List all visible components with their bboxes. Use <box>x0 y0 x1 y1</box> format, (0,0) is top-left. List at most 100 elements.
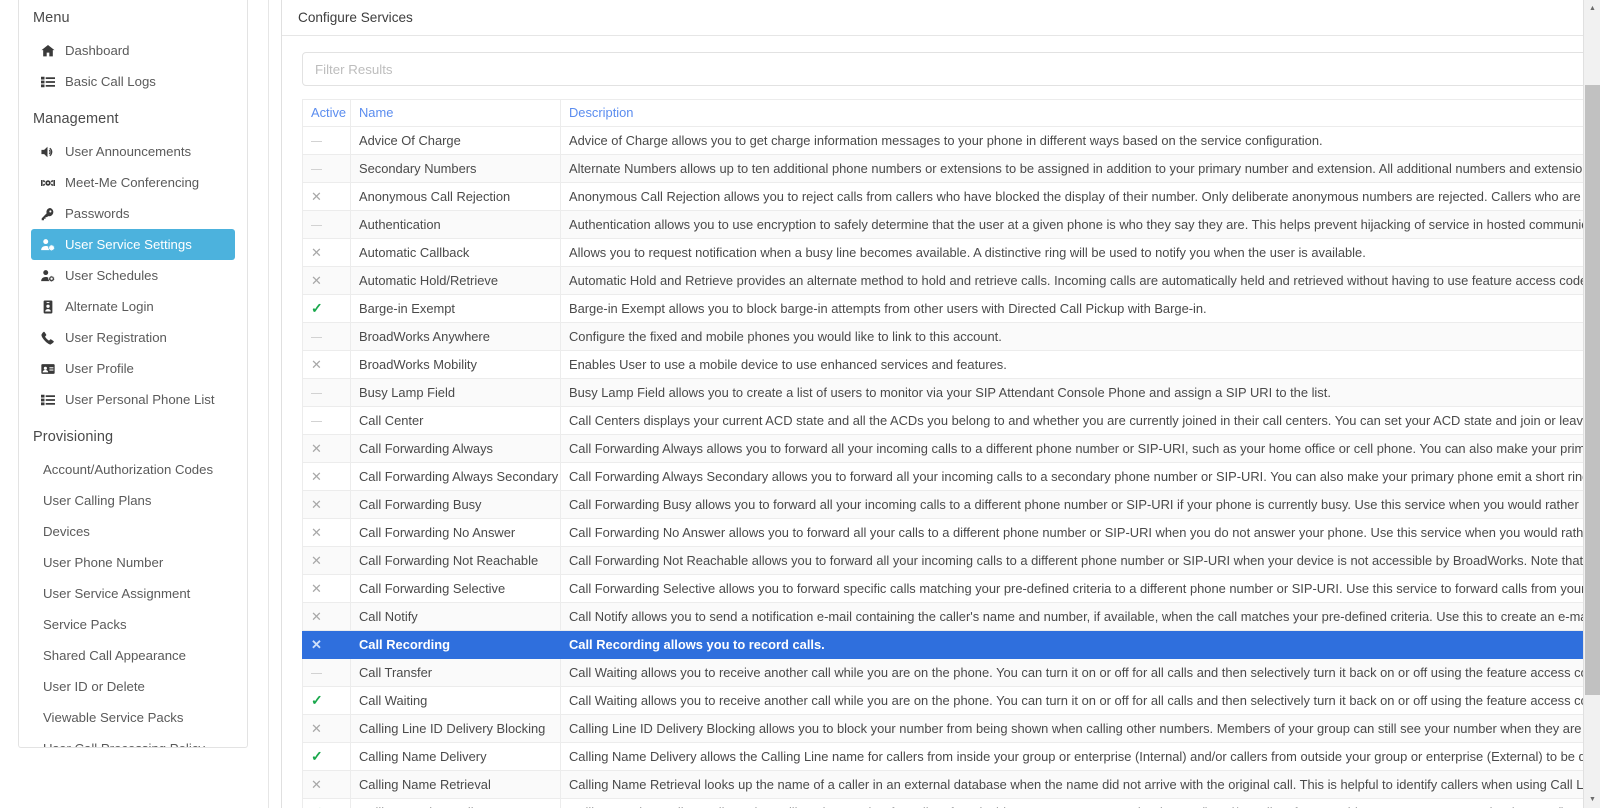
active-check-icon[interactable]: ✓ <box>302 798 351 808</box>
sidebar-item-user-service-assignment[interactable]: User Service Assignment <box>31 578 235 609</box>
active-dash-icon[interactable] <box>302 210 351 239</box>
active-x-icon[interactable]: ✕ <box>302 434 351 463</box>
sidebar-item-user-service-settings[interactable]: User Service Settings <box>31 229 235 260</box>
sidebar-item-devices[interactable]: Devices <box>31 516 235 547</box>
service-name-cell[interactable]: Automatic Callback <box>350 238 561 267</box>
scrollbar-track-upper[interactable] <box>1584 17 1600 85</box>
table-row[interactable]: Call Center Call Centers displays your cu… <box>302 406 1600 435</box>
table-row[interactable]: ✓Calling Number DeliveryCalling Number D… <box>302 798 1600 808</box>
service-name-cell[interactable]: Call Center <box>350 406 561 435</box>
sidebar-item-user-schedules[interactable]: User Schedules <box>31 260 235 291</box>
table-row[interactable]: Secondary Numbers Alternate Numbers allow… <box>302 154 1600 183</box>
table-row[interactable]: Busy Lamp Field Busy Lamp Field allows yo… <box>302 378 1600 407</box>
table-row[interactable]: ✓ Barge-in Exempt Barge-in Exempt allows y… <box>302 294 1600 323</box>
active-x-icon[interactable]: ✕ <box>302 602 351 631</box>
sidebar-item-basic-call-logs[interactable]: Basic Call Logs <box>31 66 235 97</box>
sidebar-item-dashboard[interactable]: Dashboard <box>31 35 235 66</box>
service-name-cell[interactable]: Busy Lamp Field <box>350 378 561 407</box>
service-name-cell[interactable]: Advice Of Charge <box>350 126 561 155</box>
sidebar-item-alternate-login[interactable]: Alternate Login <box>31 291 235 322</box>
column-header-name[interactable]: Name <box>350 99 561 127</box>
active-x-icon[interactable]: ✕ <box>302 238 351 267</box>
table-row[interactable]: Call Transfer Call Waiting allows you to … <box>302 658 1600 687</box>
active-x-icon[interactable]: ✕ <box>302 546 351 575</box>
scrollbar-thumb[interactable] <box>1585 85 1600 695</box>
table-row[interactable]: ✕ Call Recording Call Recording allows you… <box>302 630 1600 659</box>
vertical-scrollbar[interactable]: ▲ ▼ <box>1583 0 1600 808</box>
service-name-cell[interactable]: BroadWorks Mobility <box>350 350 561 379</box>
sidebar-item-account-authorization-codes[interactable]: Account/Authorization Codes <box>31 454 235 485</box>
table-row[interactable]: ✓ Call Waiting Call Waiting allows you to … <box>302 686 1600 715</box>
sidebar-item-viewable-service-packs[interactable]: Viewable Service Packs <box>31 702 235 733</box>
sidebar-item-passwords[interactable]: Passwords <box>31 198 235 229</box>
table-row[interactable]: ✕ Anonymous Call Rejection Anonymous Call … <box>302 182 1600 211</box>
service-name-cell[interactable]: Barge-in Exempt <box>350 294 561 323</box>
service-name-cell[interactable]: Call Forwarding Always Secondary <box>350 462 561 491</box>
service-name-cell[interactable]: Automatic Hold/Retrieve <box>350 266 561 295</box>
sidebar-item-meet-me-conferencing[interactable]: Meet-Me Conferencing <box>31 167 235 198</box>
sidebar-item-user-registration[interactable]: User Registration <box>31 322 235 353</box>
service-name-cell[interactable]: Call Forwarding Always <box>350 434 561 463</box>
active-dash-icon[interactable] <box>302 126 351 155</box>
service-name-cell[interactable]: BroadWorks Anywhere <box>350 322 561 351</box>
table-row[interactable]: ✕ Call Forwarding Always Call Forwarding A… <box>302 434 1600 463</box>
active-dash-icon[interactable] <box>302 378 351 407</box>
sidebar-item-user-profile[interactable]: User Profile <box>31 353 235 384</box>
active-x-icon[interactable]: ✕ <box>302 714 351 743</box>
active-x-icon[interactable]: ✕ <box>302 462 351 491</box>
table-row[interactable]: ✕ Automatic Hold/Retrieve Automatic Hold a… <box>302 266 1600 295</box>
service-name-cell[interactable]: Anonymous Call Rejection <box>350 182 561 211</box>
table-row[interactable]: Advice Of Charge Advice of Charge allows … <box>302 126 1600 155</box>
sidebar-item-service-packs[interactable]: Service Packs <box>31 609 235 640</box>
service-name-cell[interactable]: Call Forwarding No Answer <box>350 518 561 547</box>
active-x-icon[interactable]: ✕ <box>302 770 351 799</box>
service-name-cell[interactable]: Secondary Numbers <box>350 154 561 183</box>
table-row[interactable]: ✕ Call Forwarding Not Reachable Call Forwa… <box>302 546 1600 575</box>
service-name-cell[interactable]: Calling Line ID Delivery Blocking <box>350 714 561 743</box>
table-row[interactable]: ✕ Call Forwarding Selective Call Forwardin… <box>302 574 1600 603</box>
active-x-icon[interactable]: ✕ <box>302 490 351 519</box>
active-dash-icon[interactable] <box>302 322 351 351</box>
column-header-active[interactable]: Active <box>302 99 351 127</box>
filter-results-input[interactable] <box>302 52 1600 86</box>
active-dash-icon[interactable] <box>302 154 351 183</box>
scrollbar-track-lower[interactable] <box>1584 695 1600 791</box>
table-row[interactable]: ✕ Call Forwarding No Answer Call Forwardin… <box>302 518 1600 547</box>
service-name-cell[interactable]: Call Forwarding Not Reachable <box>350 546 561 575</box>
table-row[interactable]: ✕ Call Forwarding Always Secondary Call Fo… <box>302 462 1600 491</box>
table-row[interactable]: ✕ Calling Name Retrieval Calling Name Retr… <box>302 770 1600 799</box>
sidebar-item-user-phone-number[interactable]: User Phone Number <box>31 547 235 578</box>
table-row[interactable]: BroadWorks Anywhere Configure the fixed a… <box>302 322 1600 351</box>
sidebar-item-user-announcements[interactable]: User Announcements <box>31 136 235 167</box>
table-row[interactable]: ✕ Call Notify Call Notify allows you to se… <box>302 602 1600 631</box>
active-x-icon[interactable]: ✕ <box>302 574 351 603</box>
sidebar-item-shared-call-appearance[interactable]: Shared Call Appearance <box>31 640 235 671</box>
service-name-cell[interactable]: Call Waiting <box>350 686 561 715</box>
table-row[interactable]: ✕ Calling Line ID Delivery Blocking Callin… <box>302 714 1600 743</box>
service-name-cell[interactable]: Calling Name Retrieval <box>350 770 561 799</box>
service-name-cell[interactable]: Call Forwarding Selective <box>350 574 561 603</box>
active-x-icon[interactable]: ✕ <box>302 630 351 659</box>
active-check-icon[interactable]: ✓ <box>302 294 351 323</box>
table-row[interactable]: ✓ Calling Name Delivery Calling Name Deliv… <box>302 742 1600 771</box>
active-dash-icon[interactable] <box>302 406 351 435</box>
active-dash-icon[interactable] <box>302 658 351 687</box>
table-row[interactable]: ✕ Automatic Callback Allows you to request… <box>302 238 1600 267</box>
sidebar-item-user-id-or-delete[interactable]: User ID or Delete <box>31 671 235 702</box>
service-name-cell[interactable]: Calling Name Delivery <box>350 742 561 771</box>
service-name-cell[interactable]: Call Notify <box>350 602 561 631</box>
service-name-cell[interactable]: Call Recording <box>350 630 561 659</box>
active-x-icon[interactable]: ✕ <box>302 350 351 379</box>
sidebar-item-user-call-processing-policy[interactable]: User Call Processing Policy <box>31 733 235 747</box>
active-check-icon[interactable]: ✓ <box>302 686 351 715</box>
active-check-icon[interactable]: ✓ <box>302 742 351 771</box>
active-x-icon[interactable]: ✕ <box>302 182 351 211</box>
service-name-cell[interactable]: Call Transfer <box>350 658 561 687</box>
table-row[interactable]: Authentication Authentication allows you … <box>302 210 1600 239</box>
table-row[interactable]: ✕ BroadWorks Mobility Enables User to use … <box>302 350 1600 379</box>
sidebar-item-user-personal-phone-list[interactable]: User Personal Phone List <box>31 384 235 415</box>
scroll-up-arrow-icon[interactable]: ▲ <box>1584 0 1600 17</box>
service-name-cell[interactable]: Authentication <box>350 210 561 239</box>
sidebar-item-user-calling-plans[interactable]: User Calling Plans <box>31 485 235 516</box>
service-name-cell[interactable]: Calling Number Delivery <box>350 798 561 808</box>
